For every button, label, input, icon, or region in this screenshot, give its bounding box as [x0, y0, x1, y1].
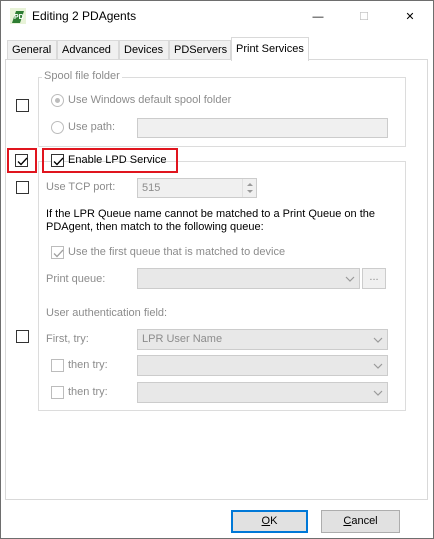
use-path-label: Use path: [68, 121, 116, 133]
pdagent-app-icon: PD [10, 8, 26, 24]
cancel-button[interactable]: Cancel [321, 510, 400, 533]
tab-strip: General Advanced Devices PDServers Print… [1, 32, 433, 61]
spin-arrows-icon [247, 183, 253, 193]
then-try2-dropdown[interactable] [137, 382, 388, 403]
spool-caption: Spool file folder [42, 70, 122, 82]
ok-button[interactable]: OK [231, 510, 308, 533]
lpd-override-checkbox[interactable] [15, 154, 28, 167]
enable-lpd-checkbox[interactable] [51, 154, 64, 167]
close-icon: ✕ [405, 11, 415, 23]
queue-info-line1: If the LPR Queue name cannot be matched … [46, 208, 375, 220]
tcp-port-spinner[interactable]: 515 [137, 178, 257, 198]
browse-queue-button[interactable]: ... [362, 268, 386, 289]
enable-lpd-label: Enable LPD Service [68, 154, 167, 166]
then-try2-label: then try: [68, 386, 108, 398]
minimize-button[interactable]: — [295, 1, 341, 32]
dialog-window: PD Editing 2 PDAgents — ☐ ✕ General Adva… [0, 0, 434, 539]
use-default-spool-label: Use Windows default spool folder [68, 94, 232, 106]
maximize-icon: ☐ [359, 11, 369, 23]
first-queue-checkbox[interactable] [51, 246, 64, 259]
checkmark-icon [17, 157, 28, 166]
spool-path-input[interactable] [137, 118, 388, 138]
checkmark-icon [53, 249, 64, 258]
print-queue-dropdown[interactable] [137, 268, 360, 289]
tab-general[interactable]: General [7, 40, 57, 60]
window-title: Editing 2 PDAgents [32, 9, 137, 23]
checkmark-icon [53, 157, 64, 166]
chevron-down-icon [373, 390, 383, 396]
auth-override-checkbox[interactable] [16, 330, 29, 343]
tcp-port-label: Use TCP port: [46, 181, 116, 193]
maximize-button[interactable]: ☐ [341, 1, 387, 32]
tab-pdservers[interactable]: PDServers [169, 40, 231, 60]
chevron-down-icon [345, 276, 355, 282]
use-default-spool-radio[interactable] [51, 94, 64, 107]
title-bar: PD Editing 2 PDAgents — ☐ ✕ [1, 1, 433, 32]
svg-text:PD: PD [14, 14, 24, 21]
tab-print-services[interactable]: Print Services [231, 37, 309, 61]
then-try1-checkbox[interactable] [51, 359, 64, 372]
tab-devices[interactable]: Devices [119, 40, 169, 60]
queue-info-line2: PDAgent, then match to the following que… [46, 221, 264, 233]
auth-caption: User authentication field: [46, 307, 168, 319]
first-try-label: First, try: [46, 333, 89, 345]
then-try1-label: then try: [68, 359, 108, 371]
then-try2-checkbox[interactable] [51, 386, 64, 399]
print-queue-label: Print queue: [46, 273, 106, 285]
chevron-down-icon [373, 337, 383, 343]
tcp-port-override-checkbox[interactable] [16, 181, 29, 194]
then-try1-dropdown[interactable] [137, 355, 388, 376]
spinner-arrows[interactable] [242, 179, 256, 197]
chevron-down-icon [373, 363, 383, 369]
spool-override-checkbox[interactable] [16, 99, 29, 112]
first-try-dropdown[interactable]: LPR User Name [137, 329, 388, 350]
first-queue-label: Use the first queue that is matched to d… [68, 246, 286, 258]
print-services-page: Spool file folder Use Windows default sp… [5, 59, 428, 500]
tab-advanced[interactable]: Advanced [57, 40, 119, 60]
use-path-radio[interactable] [51, 121, 64, 134]
minimize-icon: — [312, 10, 324, 23]
close-button[interactable]: ✕ [387, 1, 433, 32]
